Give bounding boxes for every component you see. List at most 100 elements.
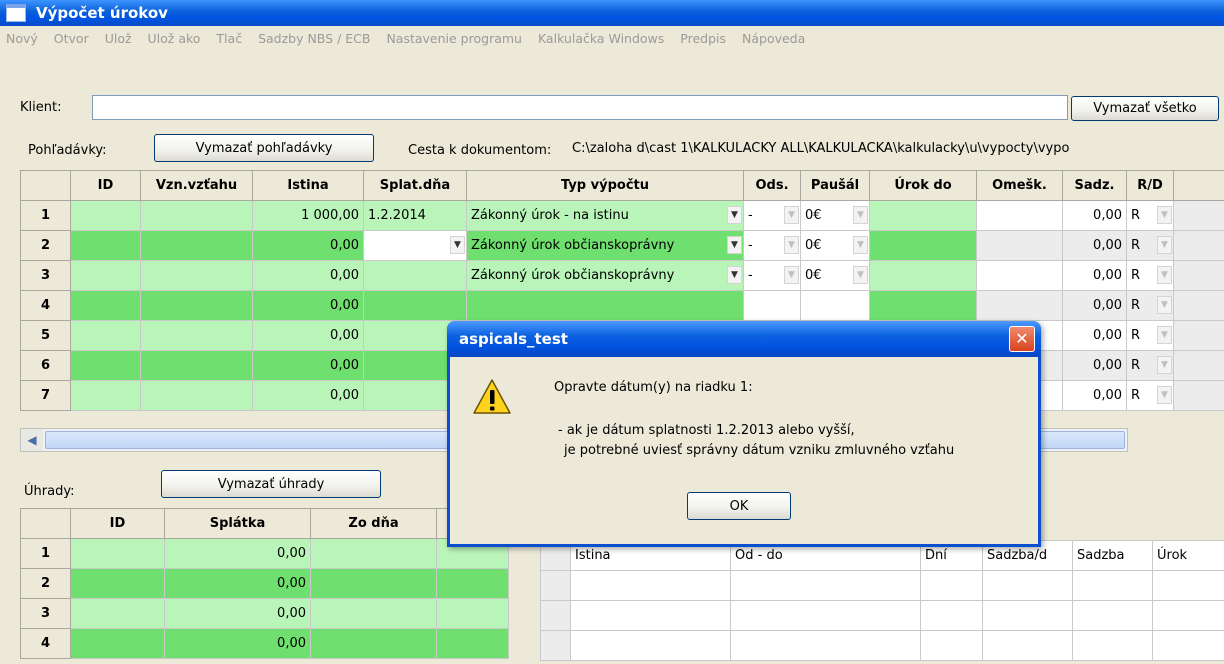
cell-zo-dna[interactable] <box>310 568 437 599</box>
cell-zo-dna[interactable] <box>310 598 437 629</box>
col-id[interactable]: ID <box>70 508 165 539</box>
cell-sadz[interactable]: 0,00 <box>1062 290 1127 321</box>
cell-rd[interactable]: R ▼ <box>1126 290 1174 321</box>
cell-rd[interactable]: R ▼ <box>1126 320 1174 351</box>
cell-sadz[interactable]: 0,00 <box>1062 320 1127 351</box>
cell-rd[interactable]: R ▼ <box>1126 380 1174 411</box>
chevron-down-icon[interactable]: ▼ <box>1157 236 1172 254</box>
cell-typ[interactable] <box>466 290 744 321</box>
scroll-left-arrow-icon[interactable]: ◀ <box>21 429 43 451</box>
row-header[interactable]: 2 <box>20 230 71 261</box>
cell-typ[interactable]: Zákonný úrok občianskoprávny ▼ <box>466 230 744 261</box>
cell-istina[interactable]: 0,00 <box>252 320 364 351</box>
row-header[interactable]: 2 <box>20 568 71 599</box>
menu-otvor[interactable]: Otvor <box>54 31 89 46</box>
cell-omesk[interactable] <box>976 200 1063 231</box>
cell-extra[interactable] <box>436 598 509 629</box>
cell[interactable] <box>1072 600 1153 631</box>
cell-istina[interactable]: 1 000,00 <box>252 200 364 231</box>
clear-payments-button[interactable]: Vymazať úhrady <box>161 470 381 498</box>
cell-zo-dna[interactable] <box>310 538 437 569</box>
cell[interactable] <box>1152 630 1224 661</box>
cell[interactable] <box>920 630 983 661</box>
cell-vzn[interactable] <box>140 260 253 291</box>
chevron-down-icon[interactable]: ▼ <box>1157 386 1172 404</box>
chevron-down-icon[interactable]: ▼ <box>784 236 799 254</box>
col-typ-vypoctu[interactable]: Typ výpočtu <box>466 170 744 201</box>
clear-claims-button[interactable]: Vymazať pohľadávky <box>154 134 374 162</box>
cell-istina[interactable]: 0,00 <box>252 380 364 411</box>
cell-zo-dna[interactable] <box>310 628 437 659</box>
col-splat-dna[interactable]: Splat.dňa <box>363 170 467 201</box>
cell-splatka[interactable]: 0,00 <box>164 598 311 629</box>
menu-nastavenie[interactable]: Nastavenie programu <box>386 31 522 46</box>
cell-id[interactable] <box>70 320 141 351</box>
cell-id[interactable] <box>70 260 141 291</box>
col-urok-do[interactable]: Úrok do <box>869 170 977 201</box>
cell[interactable] <box>1072 570 1153 601</box>
row-header[interactable]: 7 <box>20 380 71 411</box>
row-header[interactable]: 6 <box>20 350 71 381</box>
chevron-down-icon[interactable]: ▼ <box>1157 326 1172 344</box>
cell[interactable] <box>570 630 731 661</box>
chevron-down-icon[interactable]: ▼ <box>450 236 465 254</box>
close-icon[interactable]: ✕ <box>1009 326 1035 352</box>
cell[interactable] <box>982 570 1073 601</box>
cell-id[interactable] <box>70 628 165 659</box>
cell-splat[interactable]: ▼ <box>363 230 467 261</box>
cell-id[interactable] <box>70 568 165 599</box>
cell-id[interactable] <box>70 538 165 569</box>
cell-istina[interactable]: 0,00 <box>252 260 364 291</box>
clear-all-button[interactable]: Vymazať všetko <box>1071 96 1219 121</box>
cell[interactable] <box>570 600 731 631</box>
chevron-down-icon[interactable]: ▼ <box>784 266 799 284</box>
cell-urok-do[interactable] <box>869 290 977 321</box>
col-sadzba[interactable]: Sadzba <box>1072 540 1153 571</box>
cell-omesk[interactable] <box>976 260 1063 291</box>
cell-typ[interactable]: Zákonný úrok - na istinu ▼ <box>466 200 744 231</box>
cell-istina[interactable]: 0,00 <box>252 290 364 321</box>
cell-id[interactable] <box>70 200 141 231</box>
cell-vzn[interactable] <box>140 200 253 231</box>
cell-rd[interactable]: R ▼ <box>1126 230 1174 261</box>
cell[interactable] <box>730 600 921 631</box>
cell-id[interactable] <box>70 290 141 321</box>
cell-extra[interactable] <box>436 568 509 599</box>
cell-sadz[interactable]: 0,00 <box>1062 230 1127 261</box>
cell-splat[interactable] <box>363 290 467 321</box>
row-header[interactable] <box>540 570 571 601</box>
chevron-down-icon[interactable]: ▼ <box>727 236 742 254</box>
cell-rd[interactable]: R ▼ <box>1126 350 1174 381</box>
client-input[interactable] <box>92 95 1068 120</box>
col-zo-dna[interactable]: Zo dňa <box>310 508 437 539</box>
col-splatka[interactable]: Splátka <box>164 508 311 539</box>
cell[interactable] <box>1152 600 1224 631</box>
row-header[interactable]: 5 <box>20 320 71 351</box>
row-header[interactable]: 3 <box>20 260 71 291</box>
col-id[interactable]: ID <box>70 170 141 201</box>
row-header[interactable]: 4 <box>20 290 71 321</box>
cell-vzn[interactable] <box>140 350 253 381</box>
cell-ods[interactable] <box>743 290 801 321</box>
cell-pausal[interactable]: 0€ ▼ <box>800 260 870 291</box>
chevron-down-icon[interactable]: ▼ <box>1157 266 1172 284</box>
cell-rd[interactable]: R ▼ <box>1126 200 1174 231</box>
menu-tlac[interactable]: Tlač <box>216 31 242 46</box>
cell-vzn[interactable] <box>140 380 253 411</box>
cell-splatka[interactable]: 0,00 <box>164 538 311 569</box>
col-vzn-vztahu[interactable]: Vzn.vzťahu <box>140 170 253 201</box>
ok-button[interactable]: OK <box>687 492 791 520</box>
cell[interactable] <box>1152 570 1224 601</box>
chevron-down-icon[interactable]: ▼ <box>727 266 742 284</box>
cell[interactable] <box>982 630 1073 661</box>
col-omesk[interactable]: Omešk. <box>976 170 1063 201</box>
chevron-down-icon[interactable]: ▼ <box>853 206 868 224</box>
col-rd[interactable]: R/D <box>1126 170 1174 201</box>
cell-omesk[interactable] <box>976 290 1063 321</box>
cell[interactable] <box>920 600 983 631</box>
cell-id[interactable] <box>70 350 141 381</box>
menu-napoveda[interactable]: Nápoveda <box>742 31 805 46</box>
cell-omesk[interactable] <box>976 230 1063 261</box>
row-header[interactable]: 1 <box>20 538 71 569</box>
menu-kalkulacka[interactable]: Kalkulačka Windows <box>538 31 664 46</box>
